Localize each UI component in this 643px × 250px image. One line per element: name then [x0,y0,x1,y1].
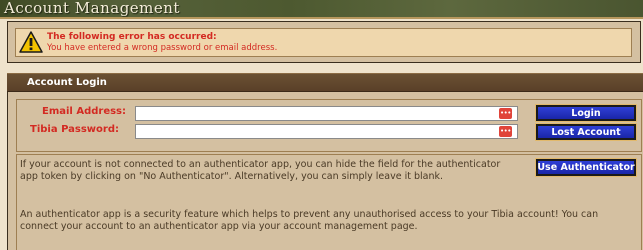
account-login-header: Account Login [7,73,643,92]
error-box: The following error has occurred: You ha… [7,21,641,63]
account-login-title: Account Login [27,77,107,88]
use-authenticator-button[interactable]: Use Authenticator [535,158,637,177]
password-label: Tibia Password: [30,124,119,135]
page-title: Account Management [4,0,180,17]
authenticator-security-text: An authenticator app is a security featu… [20,209,599,232]
page: Account Management The following error h… [0,0,643,250]
authenticator-info-text: If your account is not connected to an a… [20,159,501,182]
lost-account-button[interactable]: Lost Account [535,123,637,141]
password-field[interactable] [135,124,518,139]
page-header: Account Management [0,0,643,17]
authenticator-info: If your account is not connected to an a… [16,154,642,250]
email-field[interactable] [135,106,518,121]
warning-icon [19,31,43,53]
error-message-panel: The following error has occurred: You ha… [15,28,632,57]
header-divider [0,17,643,19]
account-login-panel: Email Address: ••• Tibia Password: ••• L… [7,92,643,250]
password-manager-icon[interactable]: ••• [499,126,512,137]
password-manager-icon[interactable]: ••• [499,108,512,119]
error-title: The following error has occurred: [47,32,217,42]
error-message: You have entered a wrong password or ema… [47,43,278,53]
login-button[interactable]: Login [535,104,637,122]
email-label: Email Address: [42,106,127,117]
login-form: Email Address: ••• Tibia Password: ••• L… [16,99,642,152]
